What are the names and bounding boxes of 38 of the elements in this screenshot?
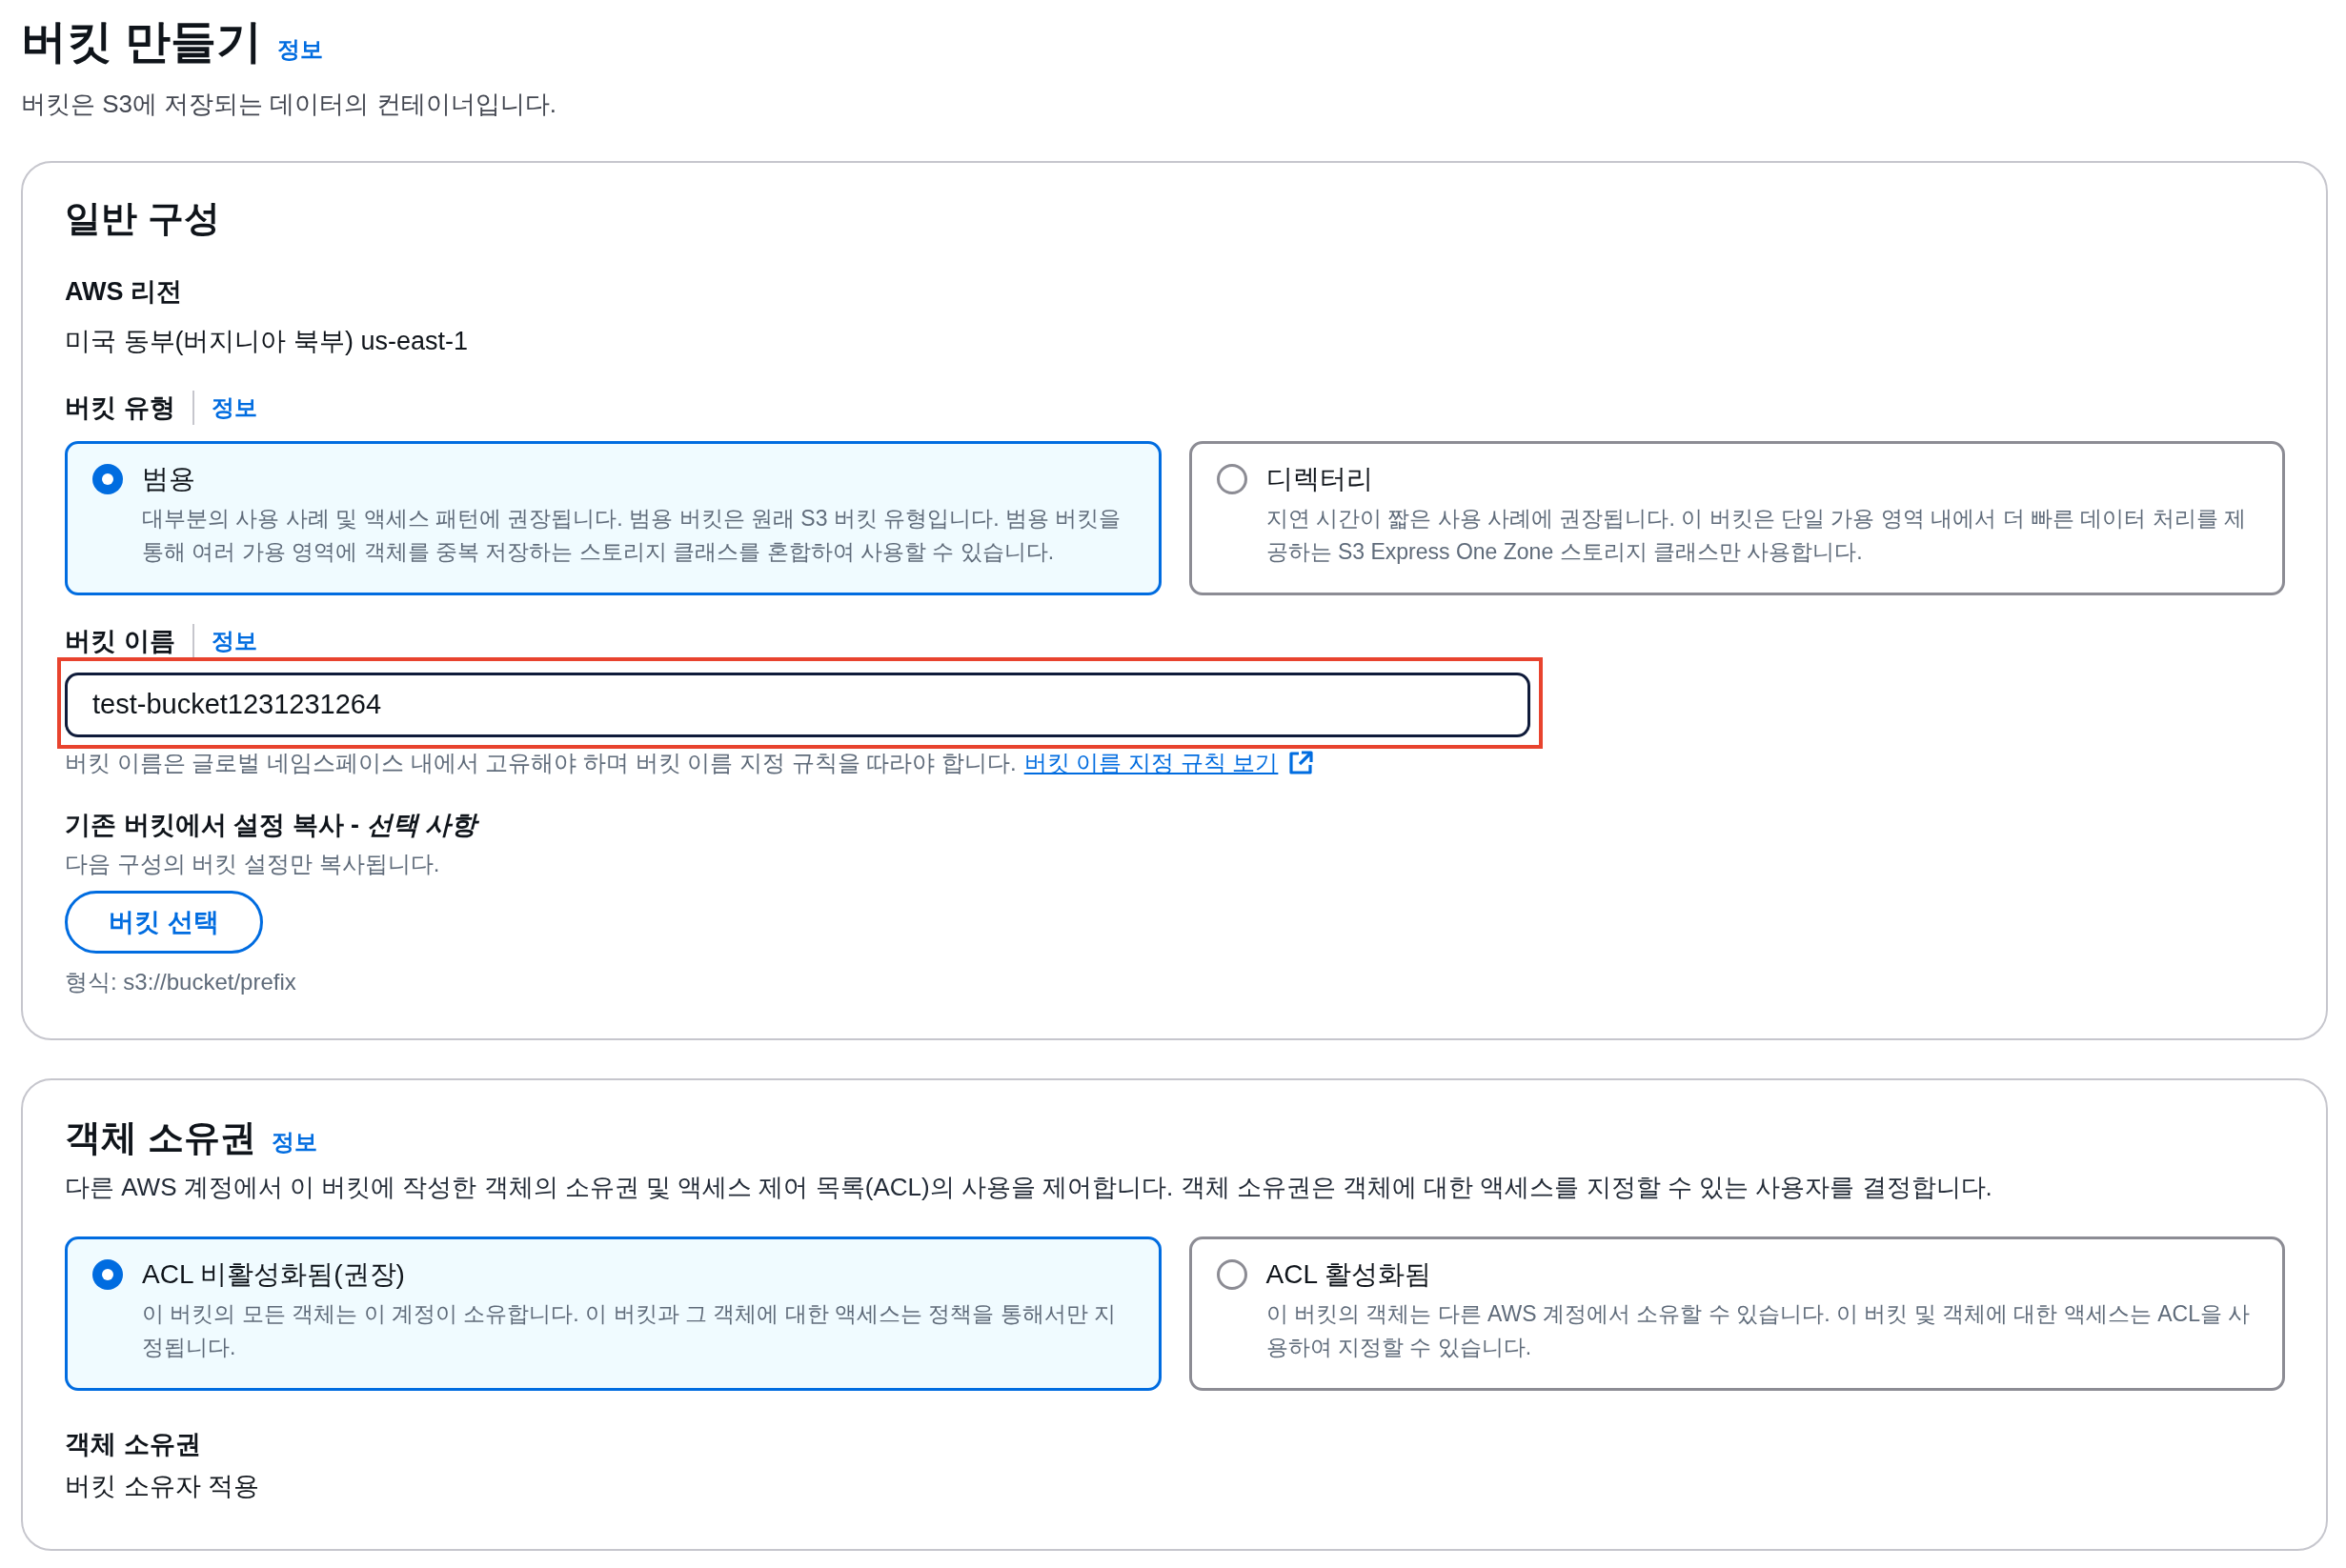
option-description: 대부분의 사용 사례 및 액세스 패턴에 권장됩니다. 범용 버킷은 원래 S3 버킷 유형입니다. 범용 버킷을 통해 여러 가용 영역에 객체를 중복 저장하는 스토리지 클래스를 혼합하여 사용할 수 있습니다.: [142, 505, 1122, 566]
field-label: 버킷 이름: [65, 626, 175, 657]
option-tile[interactable]: 디렉터리 지연 시간이 짧은 사용 사례에 권장됩니다. 이 버킷은 단일 가용 영역 내에서 더 빠른 데이터 처리를 제공하는 S3 Express One Zone 스토리지 클래스만 사용합니다.: [1188, 441, 2285, 595]
external-link-icon: [1287, 750, 1315, 776]
info-link[interactable]: 정보: [211, 391, 257, 425]
field-label: 기존 버킷에서 설정 복사 - 선택 사항: [65, 806, 2285, 844]
option-tile[interactable]: ACL 비활성화됨(권장) 이 버킷의 모든 객체는 이 계정이 소유합니다. 이 버킷과 그 객체에 대한 액세스는 정책을 통해서만 지정됩니다.: [65, 1236, 1162, 1391]
info-link[interactable]: 정보: [277, 32, 324, 67]
radio-button[interactable]: [92, 1259, 123, 1290]
option-description: 이 버킷의 모든 객체는 이 계정이 소유합니다. 이 버킷과 그 객체에 대한 액세스는 정책을 통해서만 지정됩니다.: [142, 1300, 1118, 1361]
field-description: 다음 구성의 버킷 설정만 복사됩니다.: [65, 850, 441, 878]
bucket-name-field[interactable]: test-bucket1231231264: [65, 673, 1530, 737]
radio-button[interactable]: [1216, 1259, 1247, 1290]
option-label: 범용: [142, 463, 196, 495]
field-label: AWS 리전: [65, 276, 182, 308]
field-value: 미국 동부(버지니아 북부) us-east-1: [65, 326, 470, 357]
field-value: 버킷 소유자 적용: [65, 1471, 260, 1502]
section-description: 다른 AWS 계정에서 이 버킷에 작성한 객체의 소유권 및 액세스 제어 목록(ACL)의 사용을 제어합니다. 객체 소유권은 객체에 대한 액세스를 지정할 수 있는 사용자를 결정합니다.: [65, 1172, 1993, 1203]
section-title: 객체 소유권: [65, 1116, 256, 1159]
choose-bucket-button[interactable]: 버킷 선택: [65, 891, 263, 954]
option-label: ACL 비활성화됨(권장): [142, 1258, 406, 1291]
info-link[interactable]: 정보: [211, 624, 257, 658]
radio-button[interactable]: [1216, 464, 1247, 494]
section-title: 일반 구성: [65, 197, 221, 240]
field-label: 버킷 유형: [65, 392, 175, 424]
format-hint: 형식: s3://bucket/prefix: [65, 968, 297, 996]
field-label: 객체 소유권: [65, 1429, 201, 1460]
info-link[interactable]: 정보: [271, 1125, 317, 1159]
option-tile[interactable]: 범용 대부분의 사용 사례 및 액세스 패턴에 권장됩니다. 범용 버킷은 원래 S3 버킷 유형입니다. 범용 버킷을 통해 여러 가용 영역에 객체를 중복 저장하는 스토리지 클래스를 혼합하여 사용할 수 있습니다.: [65, 441, 1162, 595]
option-tile[interactable]: ACL 활성화됨 이 버킷의 객체는 다른 AWS 계정에서 소유할 수 있습니다. 이 버킷 및 객체에 대한 액세스는 ACL을 사용하여 지정할 수 있습니다.: [1188, 1236, 2285, 1391]
radio-button[interactable]: [92, 464, 123, 494]
option-description: 지연 시간이 짧은 사용 사례에 권장됩니다. 이 버킷은 단일 가용 영역 내에서 더 빠른 데이터 처리를 제공하는 S3 Express One Zone 스토리지 클래스만 사용합니다.: [1265, 505, 2248, 566]
option-description: 이 버킷의 객체는 다른 AWS 계정에서 소유할 수 있습니다. 이 버킷 및 객체에 대한 액세스는 ACL을 사용하여 지정할 수 있습니다.: [1265, 1300, 2252, 1361]
page-description: 버킷은 S3에 저장되는 데이터의 컨테이너입니다.: [21, 89, 557, 120]
page-title: 버킷 만들기: [21, 15, 263, 69]
option-label: 디렉터리: [1265, 463, 1374, 495]
hint-text: 버킷 이름은 글로벌 네임스페이스 내에서 고유해야 하며 버킷 이름 지정 규칙을 따라야 합니다.: [65, 749, 1017, 777]
option-label: ACL 활성화됨: [1265, 1258, 1432, 1291]
